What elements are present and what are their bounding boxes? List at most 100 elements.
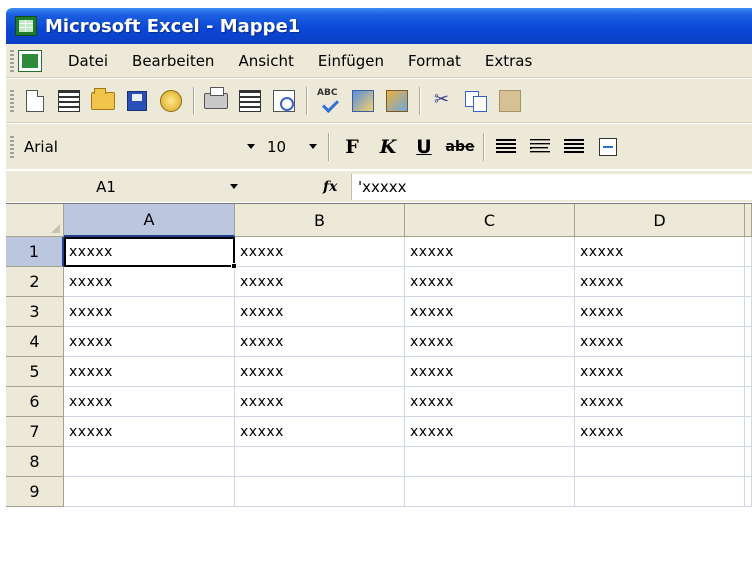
research-button[interactable] <box>347 86 379 116</box>
cell-c6[interactable]: xxxxx <box>405 387 575 417</box>
menu-ansicht[interactable]: Ansicht <box>226 52 305 70</box>
cell-d7[interactable]: xxxxx <box>575 417 745 447</box>
cell-c2[interactable]: xxxxx <box>405 267 575 297</box>
insert-function-button[interactable]: fx <box>323 179 351 195</box>
column-header-c[interactable]: C <box>405 204 575 237</box>
cell-b6[interactable]: xxxxx <box>235 387 405 417</box>
spelling-button[interactable] <box>313 86 345 116</box>
strikethrough-button[interactable]: abe <box>442 131 478 163</box>
menu-einfuegen[interactable]: Einfügen <box>306 52 396 70</box>
row-header-4[interactable]: 4 <box>6 327 64 357</box>
toolbar-grip[interactable] <box>10 135 14 158</box>
cell-d3[interactable]: xxxxx <box>575 297 745 327</box>
cell-e7[interactable] <box>745 417 752 447</box>
column-header-d[interactable]: D <box>575 204 745 237</box>
row-header-2[interactable]: 2 <box>6 267 64 297</box>
print-button[interactable] <box>200 86 232 116</box>
cell-d2[interactable]: xxxxx <box>575 267 745 297</box>
menu-format[interactable]: Format <box>396 52 473 70</box>
cell-c5[interactable]: xxxxx <box>405 357 575 387</box>
row-header-5[interactable]: 5 <box>6 357 64 387</box>
cell-d6[interactable]: xxxxx <box>575 387 745 417</box>
cell-a7[interactable]: xxxxx <box>64 417 235 447</box>
template-button[interactable] <box>53 86 85 116</box>
excel-app-icon[interactable] <box>15 16 37 36</box>
cell-e6[interactable] <box>745 387 752 417</box>
merge-center-button[interactable] <box>592 132 624 162</box>
print-preview-button[interactable] <box>268 86 300 116</box>
row-header-3[interactable]: 3 <box>6 297 64 327</box>
underline-button[interactable]: U <box>406 131 442 163</box>
cell-d4[interactable]: xxxxx <box>575 327 745 357</box>
cell-e2[interactable] <box>745 267 752 297</box>
save-button[interactable] <box>121 86 153 116</box>
cell-d9[interactable] <box>575 477 745 507</box>
cell-a6[interactable]: xxxxx <box>64 387 235 417</box>
copy-button[interactable] <box>460 86 492 116</box>
workbook-icon[interactable] <box>18 49 42 72</box>
cut-button[interactable] <box>426 86 458 116</box>
font-name-combo[interactable]: Arial <box>20 133 261 160</box>
name-box[interactable]: A1 <box>6 173 251 200</box>
align-left-button[interactable] <box>490 132 522 162</box>
cell-a8[interactable] <box>64 447 235 477</box>
menu-bearbeiten[interactable]: Bearbeiten <box>120 52 226 70</box>
menu-datei[interactable]: Datei <box>56 52 120 70</box>
cell-b8[interactable] <box>235 447 405 477</box>
cell-c8[interactable] <box>405 447 575 477</box>
paste-button[interactable] <box>494 86 526 116</box>
chevron-down-icon[interactable] <box>242 135 260 159</box>
cell-b4[interactable]: xxxxx <box>235 327 405 357</box>
bold-button[interactable]: F <box>334 131 370 163</box>
cell-e9[interactable] <box>745 477 752 507</box>
menu-extras[interactable]: Extras <box>473 52 544 70</box>
cell-d1[interactable]: xxxxx <box>575 237 745 267</box>
new-button[interactable] <box>19 86 51 116</box>
title-bar[interactable]: Microsoft Excel - Mappe1 <box>6 8 752 44</box>
align-right-button[interactable] <box>558 132 590 162</box>
menubar-grip[interactable] <box>10 49 14 72</box>
cell-a2[interactable]: xxxxx <box>64 267 235 297</box>
fill-handle[interactable] <box>231 263 237 269</box>
cell-e1[interactable] <box>745 237 752 267</box>
cell-b1[interactable]: xxxxx <box>235 237 405 267</box>
research-book-button[interactable] <box>234 86 266 116</box>
cell-a5[interactable]: xxxxx <box>64 357 235 387</box>
row-header-1[interactable]: 1 <box>6 237 64 267</box>
cell-a4[interactable]: xxxxx <box>64 327 235 357</box>
chevron-down-icon[interactable] <box>304 135 322 159</box>
cell-e5[interactable] <box>745 357 752 387</box>
cell-e4[interactable] <box>745 327 752 357</box>
cell-e8[interactable] <box>745 447 752 477</box>
cell-c4[interactable]: xxxxx <box>405 327 575 357</box>
formula-input[interactable]: 'xxxxx <box>351 173 752 200</box>
permission-button[interactable] <box>155 86 187 116</box>
cell-b5[interactable]: xxxxx <box>235 357 405 387</box>
row-header-7[interactable]: 7 <box>6 417 64 447</box>
chevron-down-icon[interactable] <box>225 175 243 199</box>
cell-b7[interactable]: xxxxx <box>235 417 405 447</box>
cell-a3[interactable]: xxxxx <box>64 297 235 327</box>
cell-b9[interactable] <box>235 477 405 507</box>
open-button[interactable] <box>87 86 119 116</box>
cell-e3[interactable] <box>745 297 752 327</box>
column-header-e[interactable] <box>745 204 752 237</box>
toolbar-grip[interactable] <box>10 89 14 112</box>
cell-a1[interactable]: xxxxx <box>64 237 235 267</box>
cell-b3[interactable]: xxxxx <box>235 297 405 327</box>
cell-d5[interactable]: xxxxx <box>575 357 745 387</box>
column-header-b[interactable]: B <box>235 204 405 237</box>
cell-d8[interactable] <box>575 447 745 477</box>
cell-c9[interactable] <box>405 477 575 507</box>
row-header-6[interactable]: 6 <box>6 387 64 417</box>
italic-button[interactable]: K <box>370 131 406 163</box>
cell-c3[interactable]: xxxxx <box>405 297 575 327</box>
row-header-8[interactable]: 8 <box>6 447 64 477</box>
font-size-combo[interactable]: 10 <box>263 133 323 160</box>
research-translate-button[interactable] <box>381 86 413 116</box>
align-center-button[interactable] <box>524 132 556 162</box>
cell-b2[interactable]: xxxxx <box>235 267 405 297</box>
row-header-9[interactable]: 9 <box>6 477 64 507</box>
column-header-a[interactable]: A <box>64 204 235 237</box>
cell-c1[interactable]: xxxxx <box>405 237 575 267</box>
